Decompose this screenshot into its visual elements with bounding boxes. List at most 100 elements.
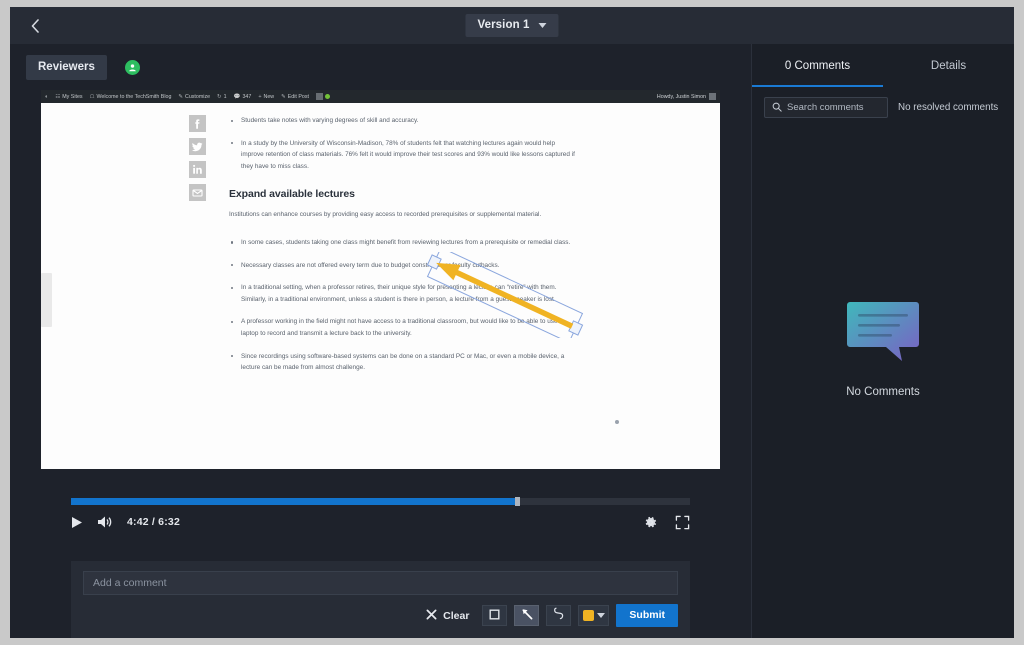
brush-icon: ✎ <box>178 93 184 100</box>
wp-item-label: New <box>263 93 275 100</box>
progress-handle[interactable] <box>514 497 520 506</box>
close-x-icon <box>426 609 437 623</box>
panel-tabs: 0 Comments Details <box>752 44 1014 87</box>
section-paragraph: Institutions can enhance courses by prov… <box>229 211 542 219</box>
main-body: Reviewers ◐ ☷ My Sites ☖ Welcome to the … <box>10 44 1014 638</box>
home-icon: ☖ <box>89 93 95 100</box>
wp-item-my-sites[interactable]: ☷ My Sites <box>55 94 82 100</box>
clear-label: Clear <box>443 609 470 622</box>
wp-item-new[interactable]: + New <box>258 94 274 100</box>
wp-item-site-name[interactable]: ☖ Welcome to the TechSmith Blog <box>90 94 172 100</box>
tab-details[interactable]: Details <box>883 44 1014 87</box>
list-item: Students take notes with varying degrees… <box>229 115 578 127</box>
empty-state-label: No Comments <box>846 385 920 398</box>
comment-input[interactable] <box>83 571 678 595</box>
progress-fill <box>71 498 517 505</box>
speech-bubble-icon <box>845 299 921 372</box>
controls-right <box>643 515 690 530</box>
wp-item-label: Customize <box>185 93 211 100</box>
composer-inner: Clear <box>71 561 690 638</box>
tab-comments[interactable]: 0 Comments <box>752 44 883 87</box>
annotation-toolbar: Clear Submit <box>83 604 678 627</box>
social-share-column <box>189 115 206 201</box>
time-display: 4:42 / 6:32 <box>127 516 180 528</box>
wp-greeting-label: Howdy, Justin Simon <box>656 93 706 100</box>
wp-item-label: Edit Post <box>287 93 309 100</box>
wp-item-label: My Sites <box>62 93 83 100</box>
color-swatch <box>582 610 594 621</box>
sites-icon: ☷ <box>55 93 61 100</box>
arrow-up-left-icon <box>521 607 533 625</box>
avatar <box>709 93 716 100</box>
list-item: In a traditional setting, when a profess… <box>229 282 578 305</box>
squiggle-icon <box>553 607 565 625</box>
user-avatar-icon <box>128 63 137 72</box>
list-item: A professor working in the field might n… <box>229 316 578 339</box>
panel-subheader: No resolved comments <box>752 87 1014 118</box>
wp-item-updates[interactable]: ↻ 1 <box>217 94 227 100</box>
pencil-icon: ✎ <box>281 93 286 100</box>
search-input[interactable] <box>787 102 880 113</box>
wp-item-label: 1 <box>223 93 227 100</box>
page-scrollbar[interactable] <box>41 273 52 327</box>
chevron-left-icon <box>30 18 41 33</box>
reviewers-button[interactable]: Reviewers <box>26 54 107 80</box>
list-item: Necessary classes are not offered every … <box>229 260 578 272</box>
back-button[interactable] <box>18 9 52 43</box>
controls-row: 4:42 / 6:32 <box>71 505 690 539</box>
arrow-tool[interactable] <box>514 605 540 626</box>
wp-item-customize[interactable]: ✎ Customize <box>178 94 210 100</box>
chevron-down-icon <box>538 22 547 28</box>
linkedin-icon[interactable] <box>189 161 206 178</box>
clear-button[interactable]: Clear <box>426 609 469 623</box>
list-item: In a study by the University of Wisconsi… <box>229 138 578 173</box>
no-resolved-comments-label: No resolved comments <box>898 102 999 113</box>
mouse-cursor <box>615 420 619 424</box>
volume-icon[interactable] <box>97 515 113 529</box>
fullscreen-icon[interactable] <box>675 515 690 530</box>
rectangle-tool[interactable] <box>482 605 508 626</box>
gear-icon[interactable] <box>643 515 658 530</box>
wp-item-comments[interactable]: 💬 347 <box>234 94 252 100</box>
facebook-icon[interactable] <box>189 115 206 132</box>
submit-button[interactable]: Submit <box>616 604 678 627</box>
progress-wrap <box>71 487 690 506</box>
comment-icon: 💬 <box>233 93 241 100</box>
wp-thumb-icon <box>315 93 323 100</box>
article-content: Students take notes with varying degrees… <box>229 115 578 385</box>
comments-panel: 0 Comments Details No resolved comments <box>751 44 1014 638</box>
video-stage: ◐ ☷ My Sites ☖ Welcome to the TechSmith … <box>10 90 751 487</box>
search-icon <box>772 99 782 117</box>
freehand-tool[interactable] <box>546 605 572 626</box>
video-review-app: Version 1 Reviewers ◐ ☷ My Sites ☖ Welco… <box>10 7 1014 638</box>
twitter-icon[interactable] <box>189 138 206 155</box>
refresh-icon: ↻ <box>217 93 222 100</box>
player-controls: 4:42 / 6:32 <box>10 487 751 551</box>
status-dot-icon <box>324 94 330 99</box>
top-bar: Version 1 <box>10 7 1014 44</box>
progress-bar[interactable] <box>71 497 690 506</box>
color-picker[interactable] <box>578 605 610 626</box>
wp-item-label: Welcome to the TechSmith Blog <box>96 93 172 100</box>
list-item: In some cases, students taking one class… <box>229 237 578 249</box>
wp-item-label: 347 <box>242 93 252 100</box>
player-column: Reviewers ◐ ☷ My Sites ☖ Welcome to the … <box>10 44 751 638</box>
chevron-down-icon <box>596 613 605 618</box>
version-selector[interactable]: Version 1 <box>465 14 559 37</box>
wp-admin-bar: ◐ ☷ My Sites ☖ Welcome to the TechSmith … <box>41 90 720 103</box>
wordpress-icon: ◐ <box>45 93 49 100</box>
video-frame[interactable]: ◐ ☷ My Sites ☖ Welcome to the TechSmith … <box>41 90 720 469</box>
wp-user-greeting[interactable]: Howdy, Justin Simon <box>657 93 716 100</box>
section-heading: Expand available lectures <box>229 188 355 201</box>
search-comments-box[interactable] <box>764 97 888 118</box>
version-label: Version 1 <box>477 19 530 31</box>
list-item: Since recordings using software-based sy… <box>229 351 578 374</box>
bullet-list-top: Students take notes with varying degrees… <box>229 115 578 172</box>
play-icon[interactable] <box>71 516 83 529</box>
email-icon[interactable] <box>189 184 206 201</box>
square-icon <box>489 607 500 625</box>
avatar[interactable] <box>124 59 140 75</box>
bullet-list-bottom: In some cases, students taking one class… <box>229 237 578 374</box>
plus-icon: + <box>258 93 262 100</box>
wp-item-edit-post[interactable]: ✎ Edit Post <box>281 94 309 100</box>
